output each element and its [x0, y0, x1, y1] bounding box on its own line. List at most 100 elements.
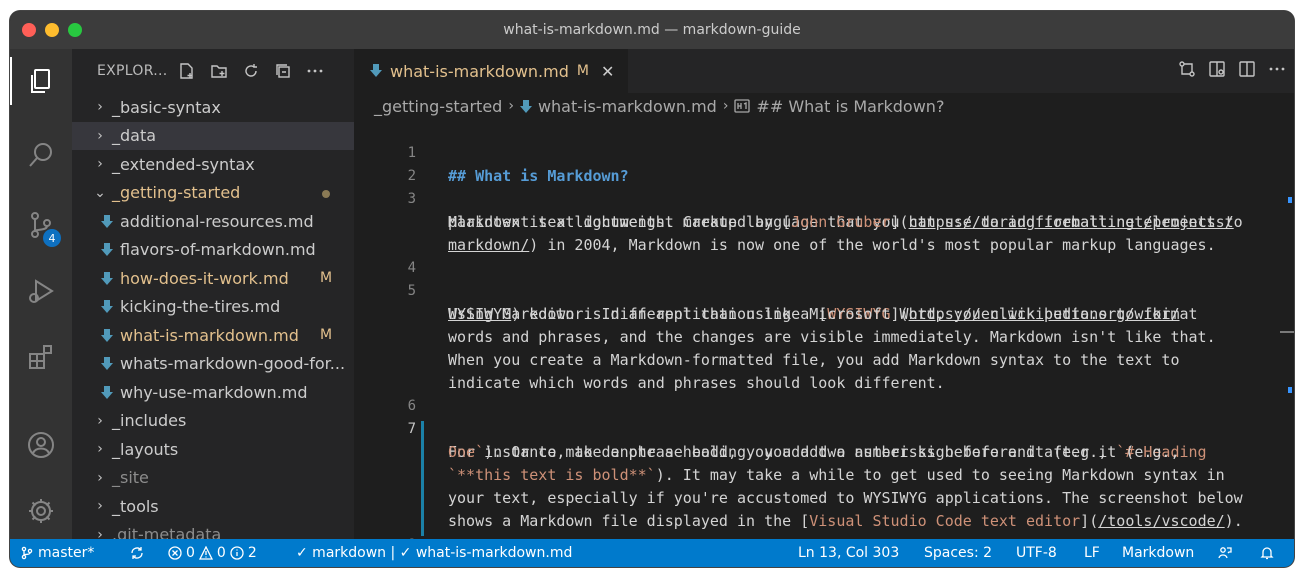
- tree-file-item[interactable]: why-use-markdown.md: [72, 378, 354, 407]
- tree-folder-item[interactable]: › _tools: [72, 492, 354, 521]
- tab-close-icon[interactable]: ✕: [601, 62, 614, 81]
- tree-item-label: whats-markdown-good-for...: [120, 354, 346, 374]
- breadcrumb-symbol[interactable]: ## What is Markdown?: [756, 97, 944, 116]
- settings-gear-icon[interactable]: [10, 481, 72, 541]
- paragraph-wrap: your text, especially if you're accustom…: [448, 489, 1243, 507]
- tree-folder-item[interactable]: › .git-metadata: [72, 521, 354, 539]
- chevron-right-icon: ›: [97, 469, 103, 486]
- cursor-position-text: Ln 13, Col 303: [798, 545, 900, 561]
- minimize-window-button[interactable]: [45, 23, 59, 37]
- code-line-wrap: One`). Or to make a phrase bold, you add…: [354, 418, 1180, 461]
- status-bar: master* 0 0 2 ✓ markdown | ✓ what-is-mar…: [10, 539, 1294, 567]
- language-mode[interactable]: Markdown: [1122, 545, 1194, 561]
- tree-item-label: _extended-syntax: [112, 154, 255, 174]
- text-span: ) in 2004, Markdown is now one of the wo…: [529, 236, 1216, 254]
- tree-item-label: _layouts: [112, 439, 179, 459]
- close-window-button[interactable]: [22, 23, 36, 37]
- activity-bar: 4: [10, 49, 72, 539]
- code-line: 1 ## What is Markdown?: [354, 119, 629, 185]
- warning-count: 0: [216, 545, 226, 561]
- scrollbar-thumb[interactable]: [1280, 331, 1294, 333]
- breadcrumb-folder[interactable]: _getting-started: [374, 97, 502, 116]
- notifications-button[interactable]: [1260, 546, 1274, 560]
- new-folder-icon[interactable]: [205, 57, 233, 85]
- tree-folder-item[interactable]: › _extended-syntax: [72, 150, 354, 179]
- link-url[interactable]: WYSIWYG: [448, 305, 511, 323]
- text-span: ). It may take a while to get used to se…: [655, 466, 1225, 484]
- collapse-all-icon[interactable]: [269, 57, 297, 85]
- indentation-status[interactable]: Spaces: 2: [924, 545, 992, 561]
- code-line: 3 Markdown is a lightweight markup langu…: [354, 165, 1243, 231]
- tree-file-item[interactable]: whats-markdown-good-for...: [72, 350, 354, 379]
- link-text: Visual Studio Code text editor: [809, 512, 1081, 530]
- tree-file-item[interactable]: flavors-of-markdown.md: [72, 236, 354, 265]
- code-line: 6: [354, 372, 426, 414]
- zoom-window-button[interactable]: [68, 23, 82, 37]
- breadcrumb-file[interactable]: what-is-markdown.md: [538, 97, 717, 116]
- branch-status[interactable]: master*: [20, 545, 94, 561]
- sync-button[interactable]: [130, 546, 144, 560]
- error-icon: [168, 546, 182, 560]
- tree-folder-item[interactable]: › _includes: [72, 407, 354, 436]
- code-editor[interactable]: 1 ## What is Markdown? 2 3 Markdown is a…: [354, 119, 1294, 553]
- tree-file-item[interactable]: kicking-the-tires.md: [72, 293, 354, 322]
- app-window: what-is-markdown.md — markdown-guide 4 E…: [10, 11, 1294, 567]
- tab-modified-flag: M: [576, 63, 589, 79]
- tree-file-item[interactable]: additional-resources.md: [72, 207, 354, 236]
- indentation-text: Spaces: 2: [924, 545, 993, 561]
- link-url[interactable]: /tools/vscode/: [1098, 512, 1224, 530]
- text-span: ). Or to make a phrase bold, you add two…: [484, 443, 1180, 461]
- tab-what-is-markdown[interactable]: what-is-markdown.md M ✕: [354, 49, 629, 93]
- tree-item-label: .git-metadata: [112, 525, 222, 539]
- open-changes-icon[interactable]: [1178, 60, 1196, 82]
- paragraph-wrap: shows a Markdown file displayed in the […: [448, 510, 1243, 533]
- more-actions-icon[interactable]: [301, 57, 329, 85]
- language-text: Markdown: [1122, 545, 1195, 561]
- paragraph-wrap: WYSIWYG) editor. In an application like …: [448, 303, 1198, 326]
- run-debug-icon[interactable]: [10, 261, 72, 321]
- tree-file-item[interactable]: how-does-it-work.md M: [72, 264, 354, 293]
- encoding-status[interactable]: UTF-8: [1016, 545, 1057, 561]
- explorer-icon[interactable]: [10, 51, 72, 111]
- source-control-icon[interactable]: 4: [10, 195, 72, 255]
- tree-folder-item[interactable]: › _basic-syntax: [72, 93, 354, 122]
- code-line: 5 Using Markdown is different than using…: [354, 257, 1180, 323]
- tree-item-label: _basic-syntax: [112, 97, 221, 117]
- link-url[interactable]: https://daringfireball.net/projects/: [909, 213, 1234, 231]
- markdown-file-icon: [98, 300, 116, 314]
- modified-flag: M: [320, 270, 333, 287]
- chevron-right-icon: ›: [97, 526, 103, 539]
- lint-status[interactable]: ✓ markdown | ✓ what-is-markdown.md: [296, 545, 572, 561]
- cursor-position[interactable]: Ln 13, Col 303: [798, 545, 899, 561]
- problems-status[interactable]: 0 0 2: [168, 545, 257, 561]
- tree-folder-item[interactable]: ⌄ _getting-started: [72, 179, 354, 208]
- chevron-right-icon: ›: [97, 156, 103, 173]
- account-icon[interactable]: [10, 415, 72, 475]
- tree-item-label: additional-resources.md: [120, 211, 314, 231]
- chevron-right-icon: ›: [97, 441, 103, 458]
- refresh-icon[interactable]: [237, 57, 265, 85]
- tree-item-label: _site: [112, 468, 149, 488]
- feedback-button[interactable]: [1218, 546, 1232, 560]
- file-tree: › _basic-syntax › _data › _extended-syntax ⌄ _g…: [72, 93, 354, 539]
- sync-icon: [131, 547, 143, 559]
- heading-text: ## What is Markdown?: [448, 167, 629, 185]
- info-icon: [230, 546, 244, 560]
- new-file-icon[interactable]: [173, 57, 201, 85]
- tree-file-item[interactable]: what-is-markdown.md M: [72, 321, 354, 350]
- tree-folder-item[interactable]: › _layouts: [72, 435, 354, 464]
- tree-item-label: why-use-markdown.md: [120, 382, 308, 402]
- markdown-file-icon: [519, 99, 532, 113]
- tree-folder-item[interactable]: › _site: [72, 464, 354, 493]
- eol-status[interactable]: LF: [1084, 545, 1100, 561]
- split-editor-icon[interactable]: [1238, 60, 1256, 82]
- search-icon[interactable]: [10, 125, 72, 185]
- editor-more-icon[interactable]: [1268, 60, 1286, 82]
- paragraph-wrap: indicate which words and phrases should …: [448, 374, 945, 392]
- extensions-icon[interactable]: [10, 327, 72, 387]
- tree-item-label: what-is-markdown.md: [120, 325, 299, 345]
- open-preview-icon[interactable]: [1208, 60, 1226, 82]
- feedback-icon: [1218, 547, 1232, 559]
- link-url[interactable]: markdown/: [448, 236, 529, 254]
- tree-folder-item[interactable]: › _data: [72, 121, 354, 150]
